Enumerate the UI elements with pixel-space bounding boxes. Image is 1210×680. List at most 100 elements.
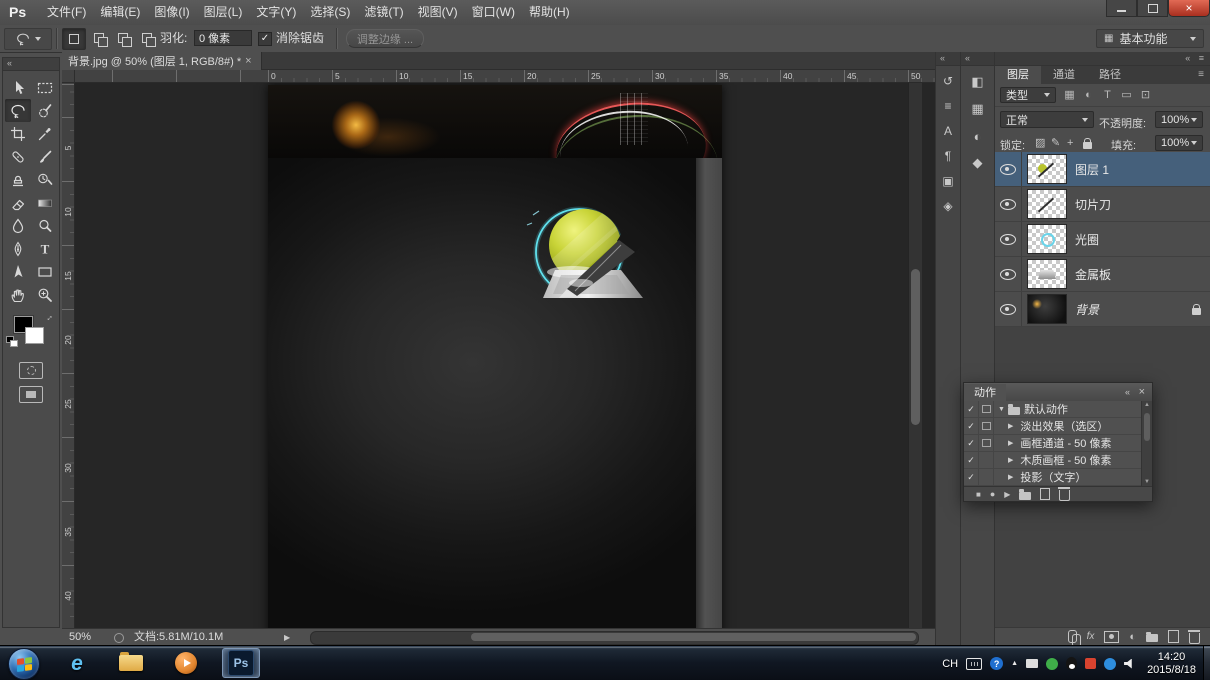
horizontal-scrollbar[interactable] [310, 631, 919, 645]
workspace-switcher[interactable]: ▦ 基本功能 [1096, 29, 1204, 48]
filter-smart-object-icon[interactable]: ⊡ [1137, 87, 1154, 103]
action-check-icon[interactable]: ✓ [964, 418, 979, 434]
expand-open-icon[interactable]: ▼ [998, 406, 1005, 413]
tray-antivirus-icon[interactable] [1046, 658, 1058, 670]
filter-pixel-icon[interactable]: ▦ [1061, 87, 1078, 103]
screen-mode-button[interactable] [19, 386, 43, 403]
new-layer-icon[interactable] [1168, 630, 1179, 643]
type-tool[interactable]: T [32, 237, 58, 260]
action-row-fade-effect[interactable]: ✓ ▶ 淡出效果（选区） [964, 418, 1141, 435]
tray-music-icon[interactable] [1085, 658, 1096, 669]
gradient-tool[interactable] [32, 191, 58, 214]
action-check-icon[interactable]: ✓ [964, 401, 979, 417]
swatches-panel-icon[interactable]: ▦ [967, 98, 989, 120]
vertical-scrollbar[interactable] [908, 83, 922, 628]
hand-tool[interactable] [5, 283, 31, 306]
help-icon[interactable]: ? [990, 657, 1003, 670]
action-row-cast-shadow[interactable]: ✓ ▶ 投影（文字） [964, 469, 1141, 486]
expand-closed-icon[interactable]: ▶ [1008, 439, 1013, 447]
new-selection-button[interactable] [62, 28, 86, 50]
add-mask-icon[interactable] [1104, 631, 1119, 643]
move-tool[interactable] [5, 76, 31, 99]
link-layers-icon[interactable] [1068, 630, 1077, 643]
tray-volume-icon[interactable] [1124, 659, 1135, 669]
marquee-tool[interactable] [32, 76, 58, 99]
quick-selection-tool[interactable] [32, 99, 58, 122]
menu-filter[interactable]: 滤镜(T) [357, 0, 410, 25]
color-panel-icon[interactable]: ◧ [967, 71, 989, 93]
close-button[interactable]: × [1168, 0, 1210, 17]
filter-type-dropdown[interactable]: 类型 [1000, 87, 1056, 103]
dialog-toggle[interactable] [979, 452, 994, 468]
pen-tool[interactable] [5, 237, 31, 260]
layer-thumbnail[interactable] [1027, 294, 1067, 324]
lock-all-icon[interactable] [1083, 142, 1092, 149]
shape-tool[interactable] [32, 260, 58, 283]
lasso-tool[interactable] [5, 99, 31, 122]
layer-style-icon[interactable]: fx [1087, 631, 1095, 642]
menu-image[interactable]: 图像(I) [147, 0, 196, 25]
navigator-panel-icon[interactable]: ◈ [937, 196, 959, 216]
adjustment-layer-icon[interactable]: ◐ [1129, 631, 1136, 643]
delete-action-icon[interactable] [1059, 490, 1070, 501]
new-action-icon[interactable] [1040, 488, 1050, 500]
keyboard-icon[interactable] [966, 658, 982, 670]
vertical-scrollbar-thumb[interactable] [911, 269, 920, 425]
lock-position-icon[interactable]: + [1067, 135, 1073, 151]
visibility-toggle[interactable] [995, 187, 1022, 221]
history-brush-tool[interactable] [32, 168, 58, 191]
quick-mask-button[interactable] [19, 362, 43, 379]
lock-transparency-icon[interactable]: ▨ [1035, 135, 1045, 151]
expand-closed-icon[interactable]: ▶ [1008, 473, 1013, 481]
actions-scrollbar[interactable]: ▲ ▼ [1141, 401, 1152, 486]
adjustments-panel-icon[interactable]: ◐ [967, 125, 989, 147]
scroll-up-icon[interactable]: ▲ [1142, 402, 1152, 408]
background-color-swatch[interactable] [25, 327, 44, 344]
subtract-selection-button[interactable] [112, 28, 134, 48]
zoom-tool[interactable] [32, 283, 58, 306]
filter-shape-icon[interactable]: ▭ [1118, 87, 1135, 103]
new-group-icon[interactable] [1146, 634, 1158, 642]
menu-select[interactable]: 选择(S) [303, 0, 357, 25]
toolbox-collapse-bar[interactable]: « [3, 58, 59, 71]
refine-edge-button[interactable]: 调整边缘 ... [346, 29, 424, 48]
blur-tool[interactable] [5, 214, 31, 237]
canvas-pasteboard[interactable] [75, 83, 935, 628]
ime-indicator[interactable]: CH [942, 658, 958, 670]
record-icon[interactable]: ● [990, 489, 995, 499]
tray-network-icon[interactable] [1026, 659, 1038, 668]
add-selection-button[interactable] [88, 28, 110, 48]
styles-panel-icon[interactable]: ◆ [967, 152, 989, 174]
dialog-toggle[interactable] [979, 418, 994, 434]
restore-button[interactable] [1137, 0, 1168, 17]
tray-qq-icon[interactable] [1066, 657, 1077, 670]
tab-paths[interactable]: 路径 [1087, 66, 1133, 84]
dialog-toggle[interactable] [979, 469, 994, 485]
brush-tool[interactable] [32, 145, 58, 168]
hidden-icons-caret[interactable]: ▲ [1011, 660, 1018, 667]
menu-file[interactable]: 文件(F) [40, 0, 93, 25]
layer-thumbnail[interactable] [1027, 154, 1067, 184]
delete-layer-icon[interactable] [1189, 633, 1200, 644]
menu-type[interactable]: 文字(Y) [249, 0, 303, 25]
clock[interactable]: 14:20 2015/8/18 [1143, 651, 1200, 677]
action-check-icon[interactable]: ✓ [964, 435, 979, 451]
horizontal-scrollbar-thumb[interactable] [471, 633, 916, 641]
dodge-tool[interactable] [32, 214, 58, 237]
menu-layer[interactable]: 图层(L) [197, 0, 250, 25]
crop-tool[interactable] [5, 122, 31, 145]
status-menu-arrow-icon[interactable]: ▶ [284, 631, 290, 644]
paragraph-panel-icon[interactable]: ¶ [937, 146, 959, 166]
new-action-set-icon[interactable] [1019, 492, 1031, 500]
action-check-icon[interactable]: ✓ [964, 452, 979, 468]
actions-scrollbar-thumb[interactable] [1144, 413, 1150, 441]
healing-brush-tool[interactable] [5, 145, 31, 168]
layer-row-metal-plate[interactable]: 金属板 [995, 257, 1210, 292]
panel-menu-icon[interactable]: ≡ [1198, 66, 1204, 84]
action-row-frame-channel[interactable]: ✓ ▶ 画框通道 - 50 像素 [964, 435, 1141, 452]
expand-closed-icon[interactable]: ▶ [1008, 422, 1013, 430]
layer-row-layer1[interactable]: 图层 1 [995, 152, 1210, 187]
dialog-toggle[interactable] [979, 401, 994, 417]
photoshop-taskbar-button[interactable]: Ps [222, 648, 260, 678]
filter-type-icon[interactable]: T [1099, 87, 1116, 103]
